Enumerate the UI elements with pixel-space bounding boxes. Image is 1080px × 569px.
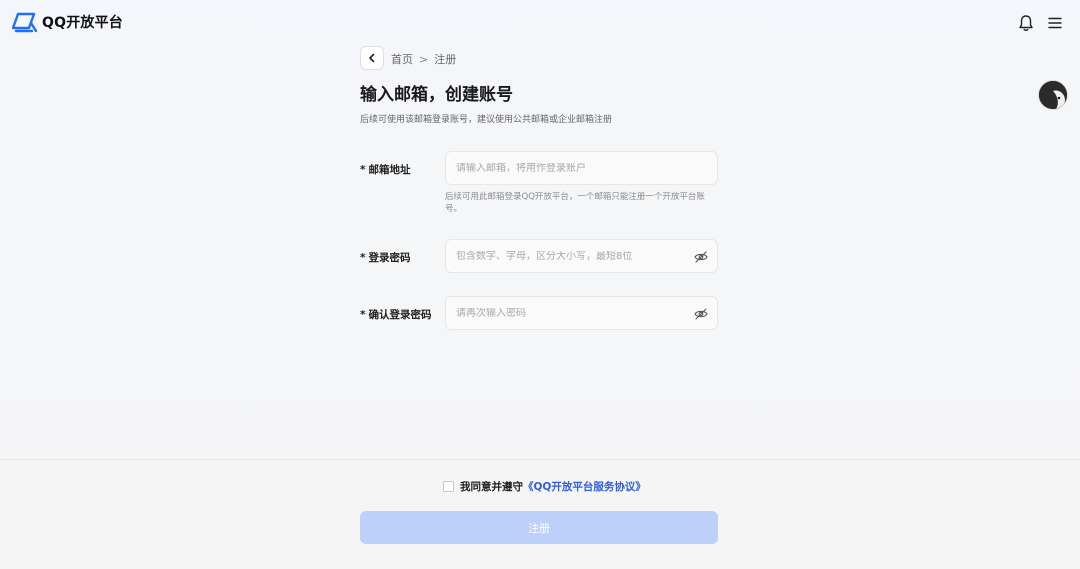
top-bar: QQ开放平台 xyxy=(0,0,1080,46)
required-mark: * xyxy=(360,164,366,176)
confirm-password-label-text: 确认登录密码 xyxy=(368,309,432,321)
email-label: * 邮箱地址 xyxy=(360,162,411,177)
breadcrumb-current: 注册 xyxy=(434,53,457,66)
menu-icon[interactable] xyxy=(1048,16,1062,30)
service-agreement-link[interactable]: 《QQ开放平台服务协议》 xyxy=(523,479,646,494)
confirm-password-field[interactable] xyxy=(456,307,686,319)
eye-off-icon[interactable] xyxy=(694,250,708,264)
avatar-image xyxy=(1039,81,1067,109)
eye-off-icon[interactable] xyxy=(694,307,708,321)
password-label-text: 登录密码 xyxy=(368,252,411,264)
page-title: 输入邮箱，创建账号 xyxy=(360,85,513,105)
confirm-password-field-box xyxy=(445,296,718,330)
password-label: * 登录密码 xyxy=(360,250,411,265)
required-mark: * xyxy=(360,309,366,321)
password-field[interactable] xyxy=(456,250,686,262)
chevron-left-icon xyxy=(369,53,375,63)
register-button[interactable]: 注册 xyxy=(360,511,718,544)
password-field-box xyxy=(445,239,718,273)
required-mark: * xyxy=(360,252,366,264)
avatar[interactable] xyxy=(1038,80,1068,110)
brand-name: QQ开放平台 xyxy=(42,15,124,31)
email-label-text: 邮箱地址 xyxy=(368,164,411,176)
email-field-box xyxy=(445,151,718,185)
breadcrumb-separator: > xyxy=(419,52,429,66)
logo-icon xyxy=(12,12,38,33)
bell-icon[interactable] xyxy=(1018,14,1034,32)
breadcrumb-home[interactable]: 首页 xyxy=(391,51,413,67)
email-hint: 后续可用此邮箱登录QQ开放平台，一个邮箱只能注册一个开放平台账号。 xyxy=(445,192,705,214)
agreement-row: 我同意并遵守 《QQ开放平台服务协议》 xyxy=(443,479,646,494)
back-button[interactable] xyxy=(360,46,384,70)
page-subtitle: 后续可使用该邮箱登录账号，建议使用公共邮箱或企业邮箱注册 xyxy=(360,115,613,125)
agree-checkbox[interactable] xyxy=(443,481,454,492)
breadcrumb: 首页 > 注册 xyxy=(391,51,456,67)
confirm-password-label: * 确认登录密码 xyxy=(360,307,432,322)
brand-logo[interactable]: QQ开放平台 xyxy=(12,11,123,33)
agree-text: 我同意并遵守 xyxy=(460,481,523,493)
email-field[interactable] xyxy=(456,162,686,174)
